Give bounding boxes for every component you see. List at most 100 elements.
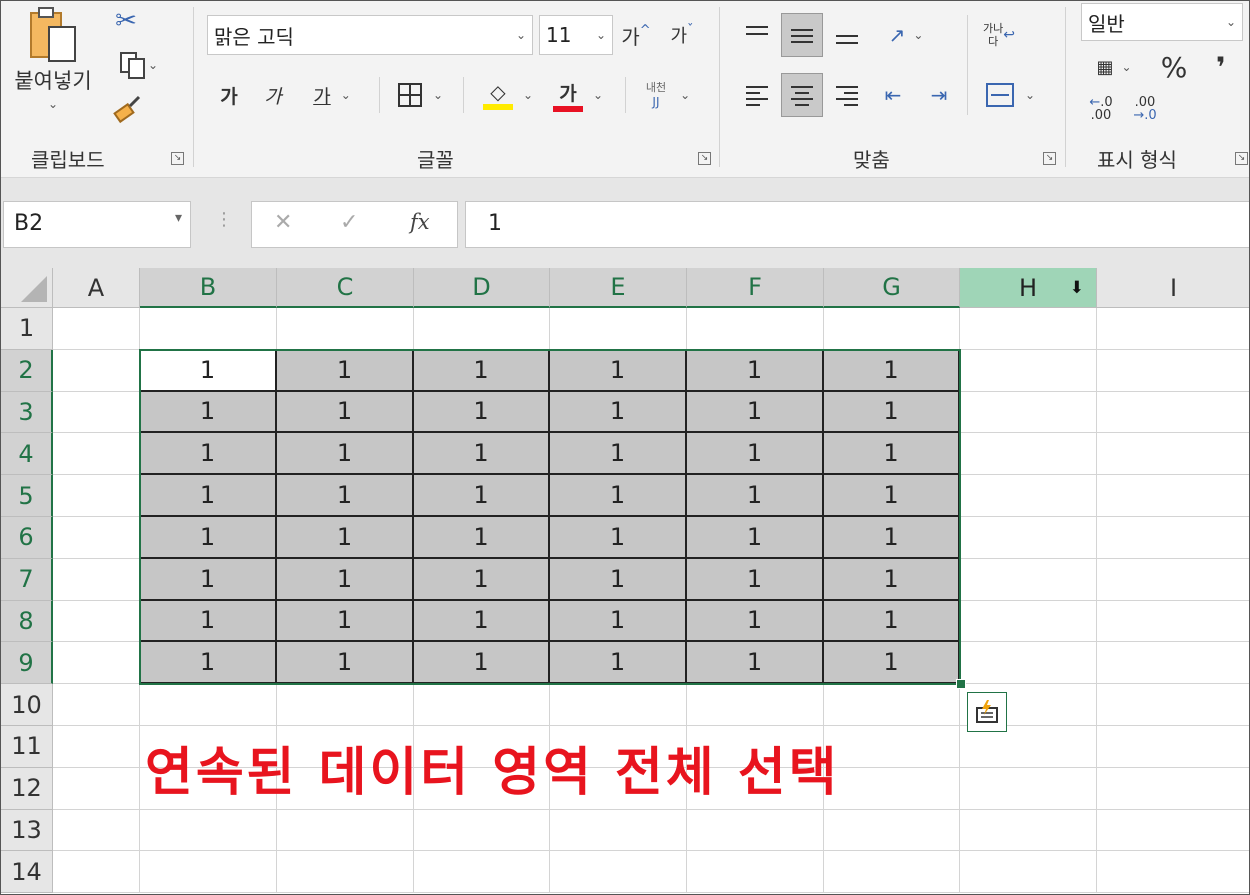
row-header-2[interactable]: 2 [1, 349, 53, 392]
accounting-format-button[interactable]: ▦ ⌄ [1083, 49, 1145, 85]
cell-d8[interactable]: 1 [414, 600, 550, 643]
cell-e4[interactable]: 1 [550, 433, 687, 476]
fill-color-button[interactable]: ◇ ⌄ [475, 75, 541, 115]
cut-button[interactable]: ✂ [109, 3, 143, 39]
cell-e2[interactable]: 1 [550, 349, 687, 392]
row-header-11[interactable]: 11 [1, 726, 53, 768]
cell-f6[interactable]: 1 [687, 517, 824, 559]
decrease-decimal-button[interactable]: .00 →.0 [1125, 91, 1165, 127]
cell-c10[interactable] [277, 684, 414, 726]
cell-d3[interactable]: 1 [414, 391, 550, 434]
format-painter-button[interactable] [109, 91, 145, 127]
cell-f5[interactable]: 1 [687, 475, 824, 517]
alignment-launcher-icon[interactable]: ↘ [1043, 152, 1056, 165]
cell-a7[interactable] [53, 558, 140, 601]
cell-b10[interactable] [140, 684, 277, 726]
underline-button[interactable]: 가 ⌄ [301, 77, 363, 113]
number-format-dropdown[interactable]: 일반 ⌄ [1081, 3, 1243, 41]
cell-h13[interactable] [960, 809, 1097, 852]
cell-f13[interactable] [687, 809, 824, 852]
cell-g5[interactable]: 1 [824, 475, 960, 517]
cell-e9[interactable]: 1 [550, 642, 687, 685]
row-header-4[interactable]: 4 [1, 433, 53, 476]
cell-g6[interactable]: 1 [824, 517, 960, 559]
cell-c9[interactable]: 1 [277, 642, 414, 685]
cell-g3[interactable]: 1 [824, 391, 960, 434]
merge-center-button[interactable]: ⌄ [977, 75, 1043, 115]
cell-h6[interactable] [960, 517, 1097, 559]
cell-g10[interactable] [824, 684, 960, 726]
cell-h3[interactable] [960, 391, 1097, 434]
cell-a14[interactable] [53, 851, 140, 894]
row-header-5[interactable]: 5 [1, 475, 53, 517]
increase-indent-button[interactable]: ⇥ [921, 75, 957, 115]
cell-c14[interactable] [277, 851, 414, 894]
cell-b4[interactable]: 1 [140, 433, 277, 476]
fill-handle[interactable] [956, 679, 966, 690]
cell-g2[interactable]: 1 [824, 349, 960, 392]
cell-a6[interactable] [53, 517, 140, 559]
chevron-down-icon[interactable]: ▾ [175, 210, 182, 226]
cell-i1[interactable] [1097, 308, 1249, 350]
cell-e1[interactable] [550, 308, 687, 350]
cell-h14[interactable] [960, 851, 1097, 894]
row-header-13[interactable]: 13 [1, 809, 53, 852]
cell-h11[interactable] [960, 726, 1097, 768]
column-header-b[interactable]: B [140, 268, 277, 308]
wrap-text-button[interactable]: 가나 다 ↩ [977, 15, 1021, 55]
cell-b1[interactable] [140, 308, 277, 350]
clipboard-launcher-icon[interactable]: ↘ [171, 152, 184, 165]
cell-d13[interactable] [414, 809, 550, 852]
cell-c5[interactable]: 1 [277, 475, 414, 517]
cell-i11[interactable] [1097, 726, 1249, 768]
cancel-icon[interactable]: ✕ [274, 210, 292, 235]
cell-b13[interactable] [140, 809, 277, 852]
cell-a2[interactable] [53, 349, 140, 392]
cell-b5[interactable]: 1 [140, 475, 277, 517]
align-right-button[interactable] [829, 75, 865, 115]
column-header-c[interactable]: C [277, 268, 414, 308]
grow-font-button[interactable]: 가 ^ [619, 15, 653, 55]
cell-h7[interactable] [960, 558, 1097, 601]
cell-b14[interactable] [140, 851, 277, 894]
row-header-14[interactable]: 14 [1, 851, 53, 894]
cell-e14[interactable] [550, 851, 687, 894]
decrease-indent-button[interactable]: ⇤ [875, 75, 911, 115]
cell-e3[interactable]: 1 [550, 391, 687, 434]
cell-e6[interactable]: 1 [550, 517, 687, 559]
cell-c2[interactable]: 1 [277, 349, 414, 392]
cell-a12[interactable] [53, 767, 140, 810]
cell-f14[interactable] [687, 851, 824, 894]
cell-i4[interactable] [1097, 433, 1249, 476]
cell-i13[interactable] [1097, 810, 1249, 852]
quick-analysis-button[interactable] [967, 692, 1007, 733]
cell-i7[interactable] [1097, 559, 1249, 601]
cell-g7[interactable]: 1 [824, 558, 960, 601]
cell-a11[interactable] [53, 726, 140, 768]
cell-i14[interactable] [1097, 851, 1249, 894]
cell-e7[interactable]: 1 [550, 558, 687, 601]
formula-input[interactable]: 1 [465, 201, 1249, 248]
orientation-button[interactable]: ↗ ⌄ [875, 15, 937, 55]
cell-h1[interactable] [960, 308, 1097, 350]
cell-d6[interactable]: 1 [414, 517, 550, 559]
borders-button[interactable]: ⌄ [389, 77, 451, 113]
cell-a4[interactable] [53, 433, 140, 476]
cell-i10[interactable] [1097, 684, 1249, 726]
row-header-12[interactable]: 12 [1, 767, 53, 810]
cell-i6[interactable] [1097, 517, 1249, 559]
cell-g9[interactable]: 1 [824, 642, 960, 685]
cell-a8[interactable] [53, 600, 140, 643]
cell-b8[interactable]: 1 [140, 600, 277, 643]
percent-button[interactable]: % [1155, 49, 1193, 85]
row-header-8[interactable]: 8 [1, 600, 53, 643]
number-launcher-icon[interactable]: ↘ [1235, 152, 1248, 165]
align-bottom-button[interactable] [829, 15, 865, 55]
cell-g12[interactable] [824, 767, 960, 810]
cell-h8[interactable] [960, 600, 1097, 643]
bold-button[interactable]: 가 [213, 77, 245, 113]
cell-h9[interactable] [960, 642, 1097, 685]
cell-g1[interactable] [824, 308, 960, 350]
cell-f10[interactable] [687, 684, 824, 726]
cell-f3[interactable]: 1 [687, 391, 824, 434]
